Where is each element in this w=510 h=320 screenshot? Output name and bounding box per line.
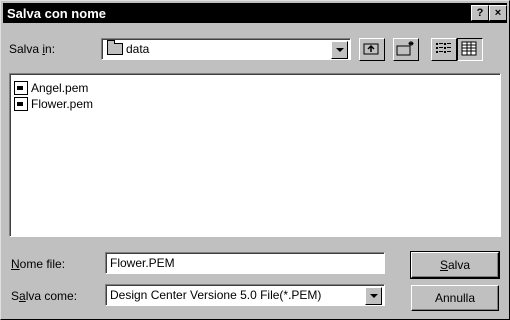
up-one-level-button[interactable] xyxy=(359,38,385,61)
save-as-dialog: Salva con nome ? × Salva in: data Angel.… xyxy=(0,0,510,320)
list-item[interactable]: Angel.pem xyxy=(14,80,88,96)
filename-field[interactable]: Flower.PEM xyxy=(105,252,385,274)
save-button[interactable]: Salva xyxy=(410,251,500,279)
file-name: Angel.pem xyxy=(31,81,89,95)
up-folder-icon xyxy=(363,43,379,55)
window-title: Salva con nome xyxy=(7,6,106,21)
list-view-icon xyxy=(436,43,451,53)
filetype-combo[interactable]: Design Center Versione 5.0 File(*.PEM) xyxy=(105,284,385,306)
help-button[interactable]: ? xyxy=(471,5,489,21)
filename-value: Flower.PEM xyxy=(110,256,175,270)
pem-file-icon xyxy=(14,97,28,111)
pem-file-icon xyxy=(14,81,28,95)
close-button[interactable]: × xyxy=(489,5,507,21)
save-in-label: Salva in: xyxy=(9,42,56,56)
cancel-button[interactable]: Annulla xyxy=(411,285,499,311)
file-list[interactable]: Angel.pem Flower.pem xyxy=(9,73,501,237)
filetype-label: Salva come: xyxy=(11,289,78,303)
save-in-folder-name: data xyxy=(126,42,150,56)
filetype-value: Design Center Versione 5.0 File(*.PEM) xyxy=(110,288,322,302)
save-in-dropdown-arrow[interactable] xyxy=(331,41,348,59)
details-view-icon xyxy=(461,41,477,56)
list-view-button[interactable] xyxy=(431,38,457,61)
save-in-combo[interactable]: data xyxy=(101,38,351,60)
file-name: Flower.pem xyxy=(31,97,94,111)
filetype-dropdown-arrow[interactable] xyxy=(365,287,382,305)
filename-label: Nome file: xyxy=(11,257,66,271)
details-view-button[interactable] xyxy=(457,38,483,61)
title-bar: Salva con nome ? × xyxy=(3,3,507,23)
new-folder-icon xyxy=(396,41,414,56)
list-item[interactable]: Flower.pem xyxy=(14,96,93,112)
new-folder-button[interactable] xyxy=(393,38,419,61)
folder-icon xyxy=(107,40,123,55)
